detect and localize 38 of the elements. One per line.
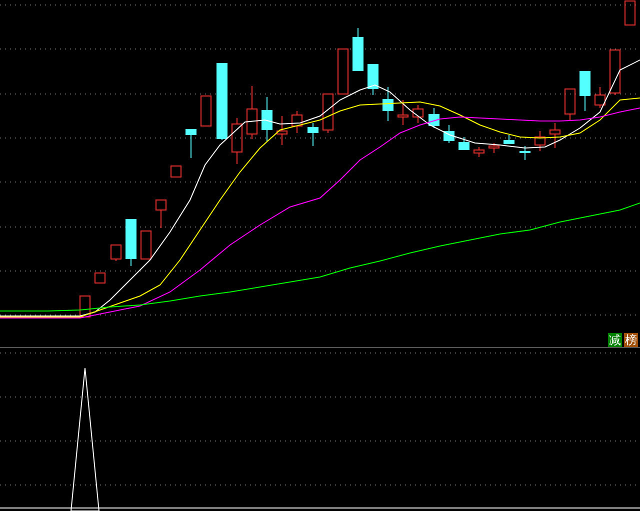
candlestick: [550, 122, 560, 148]
candlestick: [200, 96, 212, 126]
candlestick: [474, 146, 484, 158]
candlestick: [428, 108, 440, 128]
candlestick: [504, 134, 514, 144]
candlestick: [110, 244, 122, 262]
candlestick: [382, 86, 394, 122]
candlestick: [308, 122, 318, 146]
candlestick: [368, 64, 378, 96]
candlestick: [246, 86, 258, 140]
candlestick: [170, 166, 182, 178]
candlestick: [80, 296, 90, 318]
candlestick: [156, 200, 166, 228]
candlestick: [276, 116, 288, 146]
candlestick: [292, 110, 302, 134]
candlestick: [624, 0, 636, 26]
candlestick: [186, 128, 196, 158]
candlestick: [338, 48, 348, 94]
candlestick: [322, 94, 334, 134]
candlestick: [610, 50, 620, 96]
candlestick: [580, 70, 590, 112]
candlestick: [458, 136, 470, 150]
candlestick: [398, 100, 408, 126]
candlestick: [126, 218, 136, 266]
candlestick: [94, 272, 106, 284]
candlestick: [352, 28, 364, 72]
candlestick: [232, 118, 242, 164]
candlestick: [534, 130, 546, 152]
candlestick: [444, 124, 454, 144]
candlestick: [412, 104, 424, 124]
candlestick: [140, 230, 152, 260]
candlestick: [488, 142, 500, 154]
candlestick: [594, 86, 606, 108]
candlestick: [262, 96, 272, 142]
candlestick: [564, 88, 576, 120]
signal-tag: 榜: [624, 333, 638, 347]
signal-tag: 减: [608, 333, 622, 347]
candlestick: [520, 146, 530, 160]
